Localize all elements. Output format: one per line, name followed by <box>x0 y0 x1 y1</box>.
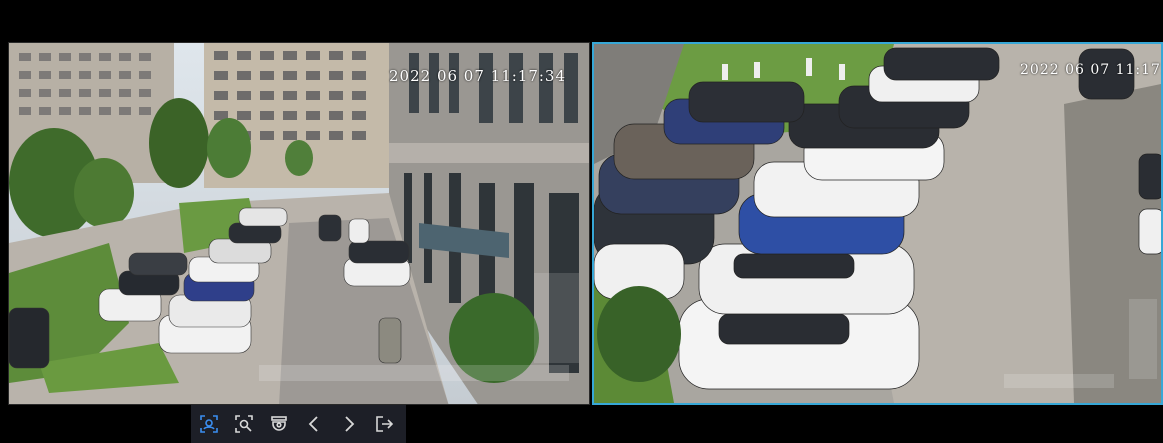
search-area-button[interactable] <box>226 405 261 443</box>
search-area-icon <box>234 415 253 433</box>
camera-view-2[interactable]: 2022 06 07 11:17:34 <box>592 42 1163 405</box>
camera-1-feed <box>9 43 589 404</box>
camera-1-timestamp: 2022 06 07 11:17:34 <box>389 67 567 85</box>
face-scan-icon <box>199 415 218 433</box>
dome-camera-icon <box>270 416 287 431</box>
dome-camera-button[interactable] <box>261 405 296 443</box>
face-scan-button[interactable] <box>191 405 226 443</box>
camera-view-1[interactable]: 2022 06 07 11:17:34 <box>8 42 590 405</box>
playback-toolbar <box>191 405 406 443</box>
chevron-right-icon <box>344 416 354 432</box>
bottom-bar <box>0 405 1163 443</box>
previous-button[interactable] <box>296 405 331 443</box>
camera-2-feed <box>594 44 1161 403</box>
next-button[interactable] <box>331 405 366 443</box>
chevron-left-icon <box>308 416 318 432</box>
exit-icon <box>375 416 393 432</box>
camera-2-timestamp: 2022 06 07 11:17:34 <box>1020 62 1161 78</box>
exit-button[interactable] <box>366 405 401 443</box>
top-bar <box>0 0 1163 42</box>
